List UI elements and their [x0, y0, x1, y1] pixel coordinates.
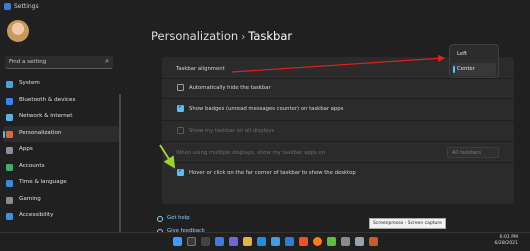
taskbar-tooltip: Screenpresso - Screen capture	[369, 218, 446, 229]
task-view-icon[interactable]	[201, 237, 210, 246]
network-icon	[6, 114, 13, 121]
help-icon	[157, 216, 163, 222]
bluetooth-icon	[6, 97, 13, 105]
taskbar-clock[interactable]: 6:01 PM 6/28/2021	[494, 235, 518, 247]
alignment-option-label: Left	[457, 51, 467, 57]
divider	[162, 162, 514, 163]
sidebar-item-label: Accounts	[19, 162, 45, 169]
sidebar-item-personalization[interactable]: Personalization	[3, 125, 119, 142]
title-bar: Settings	[0, 0, 530, 16]
breadcrumb: Personalization › Taskbar	[151, 29, 292, 43]
sidebar-item-label: Bluetooth & devices	[19, 96, 76, 103]
sidebar-item-bluetooth-devices[interactable]: Bluetooth & devices	[3, 93, 119, 110]
sidebar-item-label: Accessibility	[19, 212, 54, 218]
alignment-option-label: Center	[457, 66, 475, 72]
chat-icon[interactable]	[229, 237, 238, 246]
all-displays-checkbox[interactable]	[177, 127, 184, 134]
sidebar-item-label: System	[19, 80, 40, 86]
search-icon[interactable]	[187, 237, 196, 246]
alignment-option-left[interactable]: Left	[452, 48, 496, 61]
divider	[162, 78, 514, 79]
show-badges-label: Show badges (unread messages counter) on…	[189, 106, 344, 112]
settings-taskbar-icon[interactable]	[355, 237, 364, 246]
divider	[162, 98, 514, 99]
firefox-icon[interactable]	[313, 237, 322, 246]
all-displays-label: Show my taskbar on all displays	[189, 128, 275, 134]
edge-icon[interactable]	[257, 237, 266, 246]
clock-date: 6/28/2021	[494, 241, 518, 246]
divider	[162, 120, 514, 121]
auto-hide-label: Automatically hide the taskbar	[189, 85, 271, 91]
get-help-link[interactable]: Get help	[167, 215, 190, 221]
sidebar-item-apps[interactable]: Apps	[3, 142, 119, 159]
store-icon[interactable]	[271, 237, 280, 246]
taskbar-behaviors-panel: Taskbar alignment Automatically hide the…	[162, 57, 514, 204]
screenpresso-icon[interactable]	[369, 237, 378, 246]
sidebar-item-accounts[interactable]: Accounts	[3, 159, 119, 176]
apps-icon	[6, 147, 13, 154]
sidebar-item-label: Time & language	[19, 179, 67, 185]
far-corner-label: Hover or click on the far corner of task…	[189, 170, 356, 176]
widgets-icon[interactable]	[215, 237, 224, 246]
app-icon[interactable]	[327, 237, 336, 246]
settings-app-icon	[4, 3, 11, 10]
divider	[162, 141, 514, 142]
settings-window: Settings ⌕ System Bluetooth & devices Ne…	[0, 0, 530, 244]
avatar[interactable]	[7, 20, 29, 42]
accounts-icon	[6, 163, 13, 171]
chevron-down-icon: ⌄	[452, 149, 457, 155]
search-icon[interactable]: ⌕	[105, 57, 109, 66]
sidebar-item-system[interactable]: System	[3, 76, 119, 93]
file-explorer-icon[interactable]	[243, 237, 252, 246]
taskbar-alignment-label: Taskbar alignment	[176, 66, 225, 72]
show-badges-checkbox[interactable]	[177, 103, 184, 112]
start-icon[interactable]	[173, 237, 182, 246]
personalization-icon	[6, 130, 13, 138]
sidebar-item-gaming[interactable]: Gaming	[3, 192, 119, 209]
window-title: Settings	[14, 3, 39, 10]
taskbar: 6:01 PM 6/28/2021	[0, 232, 530, 251]
sidebar: ⌕ System Bluetooth & devices Network & i…	[0, 16, 122, 244]
page-title: Taskbar	[248, 29, 293, 43]
sidebar-item-label: Network & internet	[19, 113, 73, 119]
sidebar-item-accessibility[interactable]: Accessibility	[3, 208, 119, 225]
accessibility-icon	[6, 213, 13, 220]
sidebar-nav: System Bluetooth & devices Network & int…	[3, 76, 119, 225]
search-box[interactable]: ⌕	[5, 56, 113, 69]
sidebar-item-time-language[interactable]: Time & language	[3, 175, 119, 192]
multi-display-dropdown[interactable]: All taskbars ⌄	[447, 147, 499, 158]
alignment-option-center[interactable]: Center	[452, 63, 496, 76]
sidebar-item-label: Gaming	[19, 195, 41, 202]
office-icon[interactable]	[299, 237, 308, 246]
sidebar-item-label: Apps	[19, 146, 33, 152]
main-content: Personalization › Taskbar Taskbar alignmen…	[122, 16, 530, 235]
multi-display-label: When using multiple displays, show my ta…	[176, 150, 326, 156]
system-icon	[6, 81, 13, 88]
mail-icon[interactable]	[285, 237, 294, 246]
far-corner-checkbox[interactable]	[177, 167, 184, 176]
search-input[interactable]	[9, 57, 97, 67]
breadcrumb-parent[interactable]: Personalization	[151, 29, 238, 43]
breadcrumb-separator: ›	[241, 32, 246, 43]
sidebar-scrollbar[interactable]	[119, 94, 121, 244]
time-language-icon	[6, 180, 13, 187]
auto-hide-checkbox[interactable]	[177, 84, 184, 91]
sidebar-item-network[interactable]: Network & internet	[3, 109, 119, 126]
sidebar-item-label: Personalization	[19, 129, 62, 136]
gaming-icon	[6, 196, 13, 204]
alignment-dropdown-menu: Left Center	[449, 44, 499, 78]
app-icon[interactable]	[341, 237, 350, 246]
